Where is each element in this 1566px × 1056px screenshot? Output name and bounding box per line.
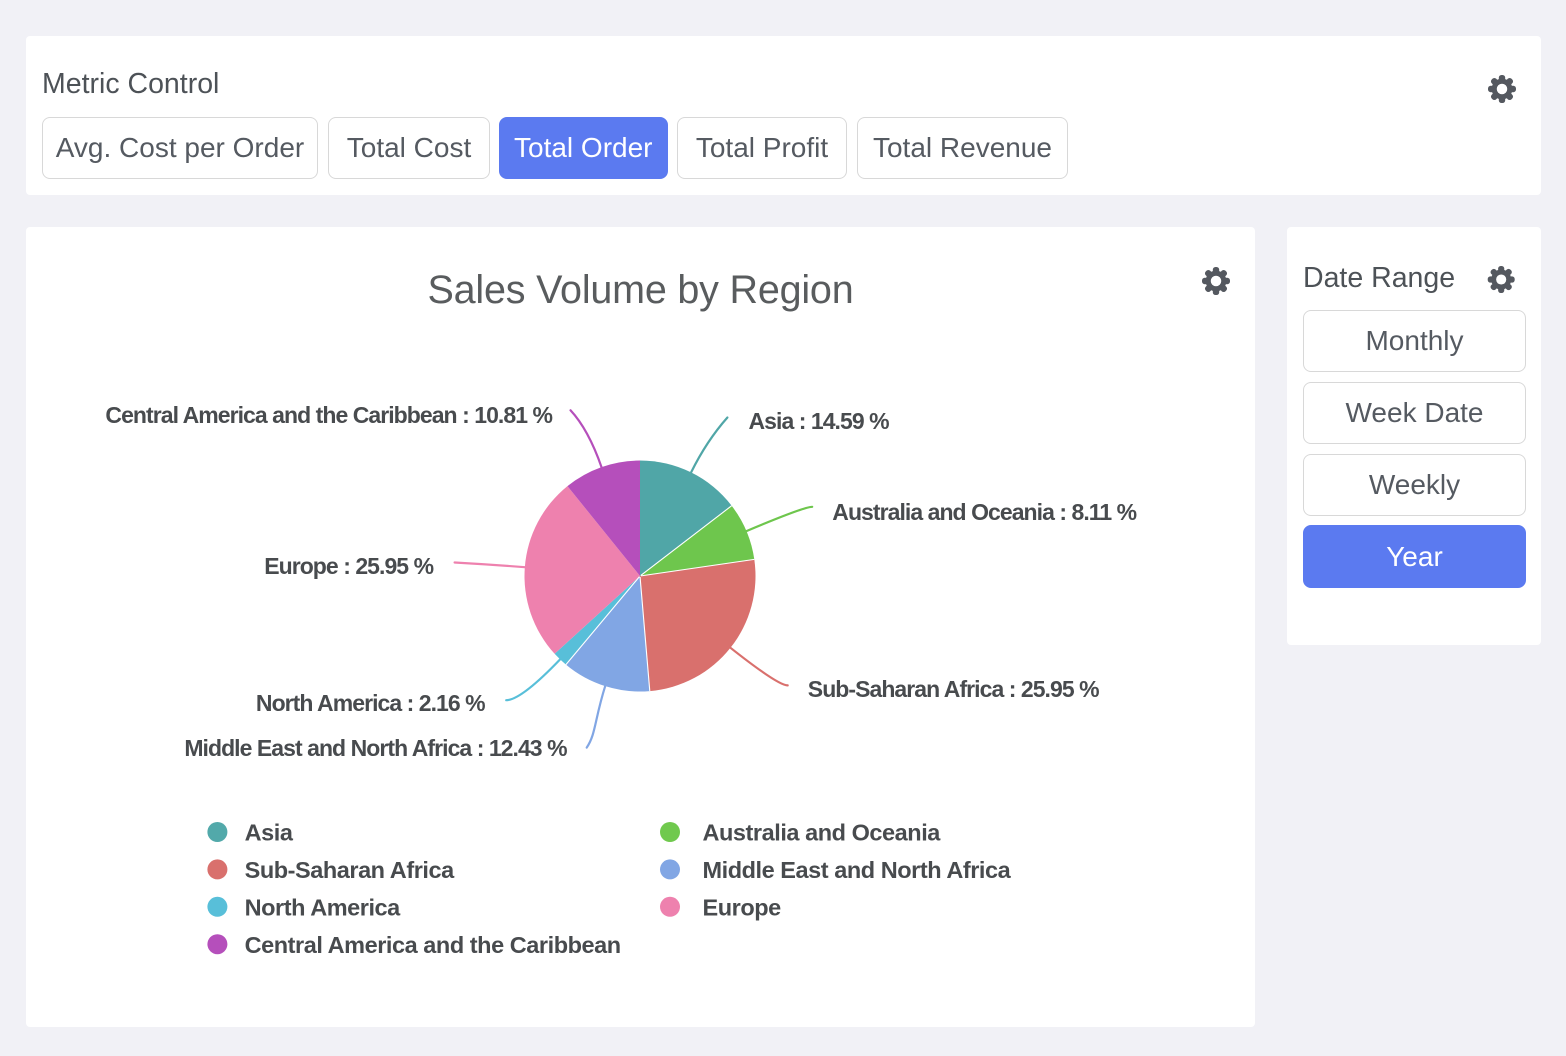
svg-text:Australia and Oceania : 8.11 %: Australia and Oceania : 8.11 % [832,499,1136,525]
svg-text:Central America and the Caribb: Central America and the Caribbean [245,932,621,958]
svg-text:Central America and the Caribb: Central America and the Caribbean : 10.8… [105,402,552,428]
svg-text:Europe : 25.95 %: Europe : 25.95 % [264,553,433,579]
svg-text:Asia : 14.59 %: Asia : 14.59 % [749,408,890,434]
svg-text:Asia: Asia [245,820,294,846]
svg-text:Middle East and North Africa: Middle East and North Africa [703,857,1012,883]
svg-text:Sub-Saharan Africa: Sub-Saharan Africa [245,857,455,883]
svg-text:Sub-Saharan Africa : 25.95 %: Sub-Saharan Africa : 25.95 % [808,676,1099,702]
svg-text:North America : 2.16 %: North America : 2.16 % [256,690,485,716]
svg-text:North America: North America [245,894,402,920]
svg-text:Middle East and North Africa :: Middle East and North Africa : 12.43 % [184,735,567,761]
svg-text:Europe: Europe [703,894,782,920]
svg-text:Australia and Oceania: Australia and Oceania [703,820,942,846]
